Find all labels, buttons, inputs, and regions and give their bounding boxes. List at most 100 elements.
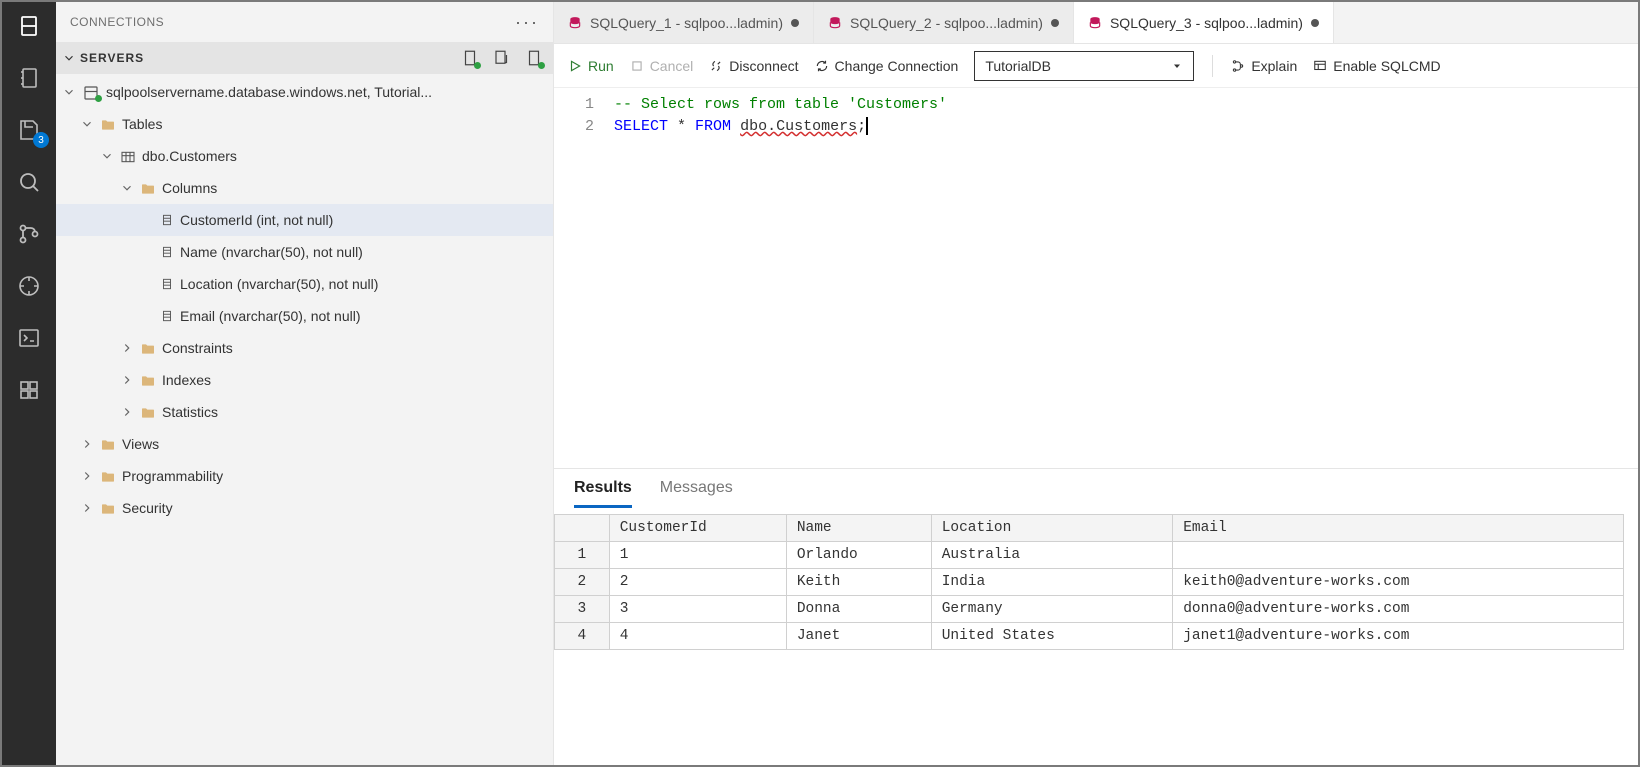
- table-row[interactable]: 4 4 Janet United States janet1@adventure…: [555, 623, 1624, 650]
- tree-item-label: Security: [122, 500, 173, 516]
- line-number: 2: [554, 116, 594, 138]
- tab-label: SQLQuery_1 - sqlpoo...ladmin): [590, 15, 783, 31]
- folder-icon: [140, 373, 156, 387]
- sql-editor[interactable]: 1 2 -- Select rows from table 'Customers…: [554, 88, 1638, 468]
- activity-explorer-icon[interactable]: 3: [15, 116, 43, 144]
- tab-results[interactable]: Results: [574, 479, 632, 508]
- cancel-button[interactable]: Cancel: [630, 58, 694, 74]
- folder-icon: [140, 405, 156, 419]
- folder-icon: [100, 117, 116, 131]
- tree-statistics-node[interactable]: Statistics: [56, 396, 553, 428]
- cell[interactable]: Australia: [931, 542, 1172, 569]
- new-notebook-icon[interactable]: [525, 49, 543, 67]
- column-header[interactable]: Email: [1173, 515, 1624, 542]
- main-area: SQLQuery_1 - sqlpoo...ladmin) SQLQuery_2…: [554, 2, 1638, 765]
- table-row[interactable]: 3 3 Donna Germany donna0@adventure-works…: [555, 596, 1624, 623]
- button-label: Change Connection: [835, 58, 959, 74]
- change-connection-button[interactable]: Change Connection: [815, 58, 959, 74]
- explain-button[interactable]: Explain: [1231, 58, 1297, 74]
- tree-column-item[interactable]: Location (nvarchar(50), not null): [56, 268, 553, 300]
- cell[interactable]: Germany: [931, 596, 1172, 623]
- cell[interactable]: Orlando: [786, 542, 931, 569]
- tree-programmability-node[interactable]: Programmability: [56, 460, 553, 492]
- tree-item-label: sqlpoolservername.database.windows.net, …: [106, 84, 432, 100]
- folder-icon: [100, 469, 116, 483]
- database-select[interactable]: TutorialDB: [974, 51, 1194, 81]
- new-query-icon[interactable]: [493, 49, 511, 67]
- cell[interactable]: [1173, 542, 1624, 569]
- editor-content[interactable]: -- Select rows from table 'Customers' SE…: [608, 88, 947, 468]
- tree-column-item[interactable]: Name (nvarchar(50), not null): [56, 236, 553, 268]
- button-label: Enable SQLCMD: [1333, 58, 1440, 74]
- side-panel-more-icon[interactable]: ···: [515, 12, 539, 33]
- new-connection-icon[interactable]: [461, 49, 479, 67]
- cell[interactable]: India: [931, 569, 1172, 596]
- cell[interactable]: 1: [609, 542, 786, 569]
- column-header[interactable]: Location: [931, 515, 1172, 542]
- dirty-indicator-icon: [791, 19, 799, 27]
- tree-server-node[interactable]: sqlpoolservername.database.windows.net, …: [56, 76, 553, 108]
- servers-section-header[interactable]: SERVERS: [56, 42, 553, 74]
- tree-item-label: Tables: [122, 116, 162, 132]
- tree-item-label: Columns: [162, 180, 217, 196]
- table-row[interactable]: 2 2 Keith India keith0@adventure-works.c…: [555, 569, 1624, 596]
- disconnect-button[interactable]: Disconnect: [709, 58, 798, 74]
- table-row[interactable]: 1 1 Orlando Australia: [555, 542, 1624, 569]
- tree-security-node[interactable]: Security: [56, 492, 553, 524]
- activity-source-control-icon[interactable]: [15, 220, 43, 248]
- tree-indexes-node[interactable]: Indexes: [56, 364, 553, 396]
- code-keyword: SELECT: [614, 118, 668, 135]
- activity-terminal-icon[interactable]: [15, 324, 43, 352]
- activity-connections-icon[interactable]: [15, 12, 43, 40]
- column-icon: [160, 309, 174, 323]
- row-number: 2: [555, 569, 610, 596]
- button-label: Cancel: [650, 58, 694, 74]
- folder-icon: [140, 341, 156, 355]
- folder-icon: [140, 181, 156, 195]
- button-label: Disconnect: [729, 58, 798, 74]
- editor-tab[interactable]: SQLQuery_2 - sqlpoo...ladmin): [814, 2, 1074, 43]
- tree-constraints-node[interactable]: Constraints: [56, 332, 553, 364]
- results-grid[interactable]: CustomerId Name Location Email 1 1 Orlan…: [554, 514, 1624, 650]
- query-toolbar: Run Cancel Disconnect Change Connection …: [554, 44, 1638, 88]
- server-icon: [82, 84, 100, 100]
- cell[interactable]: Janet: [786, 623, 931, 650]
- cell[interactable]: 4: [609, 623, 786, 650]
- tree-columns-node[interactable]: Columns: [56, 172, 553, 204]
- tree-column-item[interactable]: Email (nvarchar(50), not null): [56, 300, 553, 332]
- tree-tables-node[interactable]: Tables: [56, 108, 553, 140]
- activity-target-icon[interactable]: [15, 272, 43, 300]
- select-value: TutorialDB: [985, 58, 1051, 74]
- tab-label: SQLQuery_3 - sqlpoo...ladmin): [1110, 15, 1303, 31]
- tab-messages[interactable]: Messages: [660, 479, 733, 508]
- button-label: Run: [588, 58, 614, 74]
- chevron-right-icon: [120, 341, 134, 355]
- tree-column-item[interactable]: CustomerId (int, not null): [56, 204, 553, 236]
- cell[interactable]: donna0@adventure-works.com: [1173, 596, 1624, 623]
- editor-tab[interactable]: SQLQuery_3 - sqlpoo...ladmin): [1074, 2, 1334, 43]
- cell[interactable]: keith0@adventure-works.com: [1173, 569, 1624, 596]
- tree-item-label: dbo.Customers: [142, 148, 237, 164]
- column-header[interactable]: CustomerId: [609, 515, 786, 542]
- side-panel: CONNECTIONS ··· SERVERS sqlpoolservernam…: [56, 2, 554, 765]
- activity-notebook-icon[interactable]: [15, 64, 43, 92]
- cell[interactable]: Keith: [786, 569, 931, 596]
- tree-views-node[interactable]: Views: [56, 428, 553, 460]
- cell[interactable]: 3: [609, 596, 786, 623]
- editor-tab[interactable]: SQLQuery_1 - sqlpoo...ladmin): [554, 2, 814, 43]
- activity-extensions-icon[interactable]: [15, 376, 43, 404]
- column-header[interactable]: Name: [786, 515, 931, 542]
- cell[interactable]: Donna: [786, 596, 931, 623]
- enable-sqlcmd-button[interactable]: Enable SQLCMD: [1313, 58, 1440, 74]
- cell[interactable]: United States: [931, 623, 1172, 650]
- tree-table-node[interactable]: dbo.Customers: [56, 140, 553, 172]
- tree-item-label: Email (nvarchar(50), not null): [180, 308, 361, 324]
- activity-search-icon[interactable]: [15, 168, 43, 196]
- dirty-indicator-icon: [1051, 19, 1059, 27]
- line-number: 1: [554, 94, 594, 116]
- cell[interactable]: janet1@adventure-works.com: [1173, 623, 1624, 650]
- cell[interactable]: 2: [609, 569, 786, 596]
- activity-bar: 3: [2, 2, 56, 765]
- column-icon: [160, 213, 174, 227]
- run-button[interactable]: Run: [568, 58, 614, 74]
